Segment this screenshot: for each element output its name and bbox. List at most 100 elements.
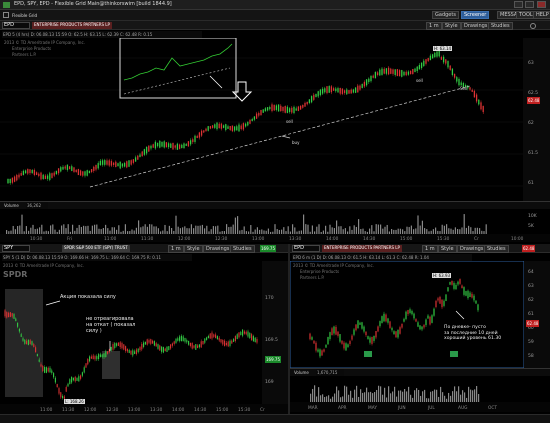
candle [172, 142, 174, 150]
bl-drawings-button[interactable]: Drawings [203, 245, 233, 253]
top-price-chart[interactable]: 63 62.5 62 61.5 61 [0, 38, 550, 201]
candle [213, 334, 215, 337]
candle [117, 342, 119, 346]
br-studies-button[interactable]: Studies [484, 245, 509, 253]
volume-bar [83, 225, 85, 234]
volume-bar [406, 391, 408, 402]
volume-bar [443, 225, 445, 234]
volume-bar [32, 224, 34, 234]
gadgets-button[interactable]: Gadgets [432, 11, 459, 19]
candle [277, 104, 280, 112]
candle [128, 160, 130, 167]
candle [110, 346, 112, 351]
volume-bar [243, 226, 245, 234]
top-studies-button[interactable]: Studies [488, 22, 513, 30]
candle [164, 348, 166, 352]
volume-bar [353, 225, 355, 234]
candle [53, 373, 55, 378]
candle [477, 304, 479, 311]
candle [363, 326, 365, 332]
candle [355, 324, 357, 331]
candle [341, 340, 343, 344]
candle [293, 106, 295, 114]
volume-bar [217, 225, 219, 234]
bl-studies-button[interactable]: Studies [230, 245, 255, 253]
top-timeframe-button[interactable]: 1 m [426, 22, 442, 30]
top-symbol-input[interactable]: EPD [2, 22, 30, 29]
candle [229, 340, 231, 346]
candle [465, 291, 467, 296]
br-style-button[interactable]: Style [438, 245, 457, 253]
candle [236, 334, 238, 339]
volume-bar [140, 227, 142, 234]
top-gear-icon[interactable] [530, 23, 536, 29]
volume-bar [470, 227, 472, 234]
maximize-button[interactable] [525, 1, 534, 8]
candle [249, 332, 251, 339]
grid-label[interactable]: Flexible Grid [12, 13, 37, 18]
close-button[interactable] [537, 1, 546, 8]
y-tick: 62 [528, 120, 534, 126]
y-tick: 170 [265, 295, 274, 301]
candle [475, 94, 478, 102]
candle [80, 375, 82, 379]
volume-bar [440, 386, 442, 402]
candle [132, 159, 135, 163]
minimize-button[interactable] [514, 1, 523, 8]
candle [445, 294, 447, 301]
top-drawings-button[interactable]: Drawings [461, 22, 491, 30]
candle [200, 341, 202, 348]
candle [55, 170, 58, 175]
candle [135, 349, 137, 355]
br-symbol-input[interactable]: EPD [292, 245, 320, 252]
bl-symbol-input[interactable]: SPY [2, 245, 30, 252]
screener-button[interactable]: Screener [461, 11, 490, 19]
br-timeframe-button[interactable]: 1 m [422, 245, 438, 253]
volume-bar [404, 388, 406, 402]
bl-price-chart[interactable]: 170 169.5 169 [0, 261, 288, 404]
candle [317, 91, 319, 97]
candle [155, 343, 157, 347]
candle [417, 322, 419, 327]
candle [425, 319, 427, 326]
panel-divider[interactable] [288, 244, 290, 414]
candle [60, 167, 62, 172]
candle [121, 342, 123, 349]
candle [218, 337, 220, 341]
candle [72, 377, 74, 381]
candle [471, 89, 473, 92]
x-tick: 11:30 [62, 407, 75, 413]
br-quote-bar: EPD 6 m (1 D) D: 06.08.13 O: 61.5 H: 63.… [292, 254, 472, 261]
candle [395, 331, 397, 338]
br-price-chart[interactable]: 64636261605958 [290, 261, 550, 368]
bl-timeframe-button[interactable]: 1 m [168, 245, 184, 253]
candle [260, 109, 262, 116]
candle [308, 99, 311, 103]
x-tick: MAY [368, 405, 377, 411]
bl-shade-1 [5, 289, 43, 397]
candle [184, 338, 186, 342]
br-drawings-button[interactable]: Drawings [457, 245, 487, 253]
volume-bar [410, 394, 412, 402]
candle [85, 363, 87, 368]
candle [383, 313, 385, 322]
volume-bar [364, 392, 366, 402]
top-volume-label: Volume [4, 203, 19, 208]
volume-bar [414, 390, 416, 402]
volume-bar [406, 226, 408, 234]
volume-bar [350, 390, 352, 402]
candle [46, 175, 49, 179]
candle [35, 172, 38, 175]
candle [93, 166, 95, 172]
tools-menu-3[interactable]: HELP [533, 11, 550, 19]
candle [47, 367, 49, 372]
candle [88, 170, 91, 174]
top-time-axis: 10:30 Fri 11:00 11:30 12:00 12:30 13:00 13:30 14… [0, 234, 550, 242]
candle [27, 339, 29, 345]
top-style-button[interactable]: Style [442, 22, 461, 30]
candle [315, 93, 317, 98]
candle [243, 331, 245, 334]
candle [423, 60, 425, 67]
volume-bar [237, 216, 239, 234]
bl-style-button[interactable]: Style [184, 245, 203, 253]
